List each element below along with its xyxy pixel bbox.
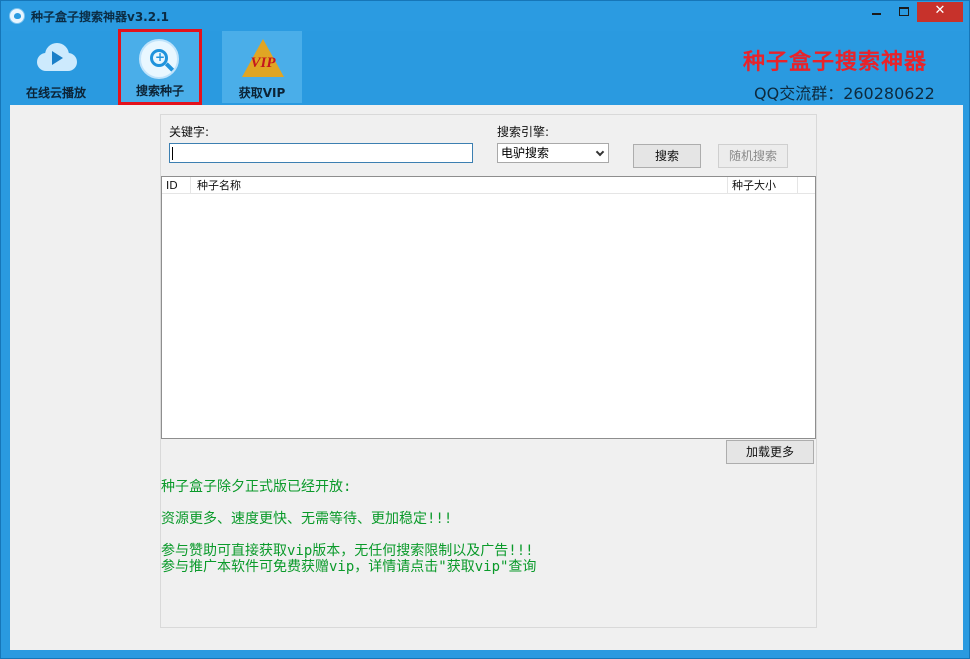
qq-group-text: QQ交流群：260280622 bbox=[754, 84, 935, 103]
minimize-button[interactable] bbox=[863, 2, 890, 22]
notice-line: 种子盒子除夕正式版已经开放: bbox=[161, 479, 352, 495]
title-bar[interactable]: 种子盒子搜索神器v3.2.1 ✕ bbox=[1, 1, 969, 31]
toolbar-item-search-torrent[interactable]: + 搜索种子 bbox=[118, 29, 202, 105]
toolbar-item-label: 搜索种子 bbox=[135, 84, 184, 98]
vip-icon: VIP bbox=[242, 39, 284, 79]
keyword-input[interactable] bbox=[169, 143, 473, 163]
close-button[interactable]: ✕ bbox=[917, 2, 963, 22]
search-panel: 关键字: 搜索引擎: 电驴搜索 搜索 随机搜索 ID 种子名称 种子大小 加载更… bbox=[160, 114, 817, 628]
toolbar-item-label: 在线云播放 bbox=[25, 86, 86, 100]
window-title: 种子盒子搜索神器v3.2.1 bbox=[31, 10, 169, 24]
close-icon: ✕ bbox=[934, 3, 946, 18]
column-header-filler bbox=[798, 177, 815, 194]
bird-icon bbox=[9, 8, 25, 24]
search-plus-icon: + bbox=[139, 39, 179, 79]
keyword-label: 关键字: bbox=[169, 125, 210, 139]
random-search-button[interactable]: 随机搜索 bbox=[718, 144, 788, 168]
maximize-icon bbox=[898, 7, 909, 16]
notice-line: 资源更多、速度更快、无需等待、更加稳定!!! bbox=[161, 511, 453, 527]
client-area: 关键字: 搜索引擎: 电驴搜索 搜索 随机搜索 ID 种子名称 种子大小 加载更… bbox=[10, 105, 963, 650]
results-list[interactable]: ID 种子名称 种子大小 bbox=[161, 176, 816, 439]
brand-title: 种子盒子搜索神器 bbox=[743, 50, 928, 75]
notice-line bbox=[161, 527, 536, 543]
notice-line: 参与推广本软件可免费获赠vip，详情请点击"获取vip"查询 bbox=[161, 559, 537, 575]
notice-text: 种子盒子除夕正式版已经开放: 资源更多、速度更快、无需等待、更加稳定!!! 参与… bbox=[161, 479, 536, 575]
load-more-button[interactable]: 加载更多 bbox=[726, 440, 814, 464]
results-header: ID 种子名称 种子大小 bbox=[162, 177, 815, 194]
minimize-icon bbox=[872, 13, 881, 15]
app-window: 种子盒子搜索神器v3.2.1 ✕ 在线云播放 + 搜索种子 VIP 获取VIP … bbox=[0, 0, 970, 659]
engine-select[interactable]: 电驴搜索 bbox=[497, 143, 609, 163]
text-caret bbox=[172, 147, 173, 160]
notice-line: 参与赞助可直接获取vip版本，无任何搜索限制以及广告!!! bbox=[161, 543, 534, 559]
engine-selected-value: 电驴搜索 bbox=[501, 146, 550, 160]
chevron-down-icon bbox=[595, 147, 605, 157]
column-header-id[interactable]: ID bbox=[162, 177, 191, 194]
toolbar-item-get-vip[interactable]: VIP 获取VIP bbox=[222, 31, 302, 103]
notice-line bbox=[161, 495, 536, 511]
search-button[interactable]: 搜索 bbox=[633, 144, 701, 168]
column-header-name[interactable]: 种子名称 bbox=[191, 177, 728, 194]
engine-label: 搜索引擎: bbox=[497, 125, 550, 139]
column-header-size[interactable]: 种子大小 bbox=[728, 177, 798, 194]
main-toolbar: 在线云播放 + 搜索种子 VIP 获取VIP 种子盒子搜索神器 QQ交流群：26… bbox=[2, 29, 968, 105]
toolbar-item-label: 获取VIP bbox=[238, 86, 286, 100]
toolbar-item-cloud-play[interactable]: 在线云播放 bbox=[16, 31, 96, 101]
cloud-play-icon bbox=[37, 43, 77, 71]
maximize-button[interactable] bbox=[890, 2, 917, 22]
